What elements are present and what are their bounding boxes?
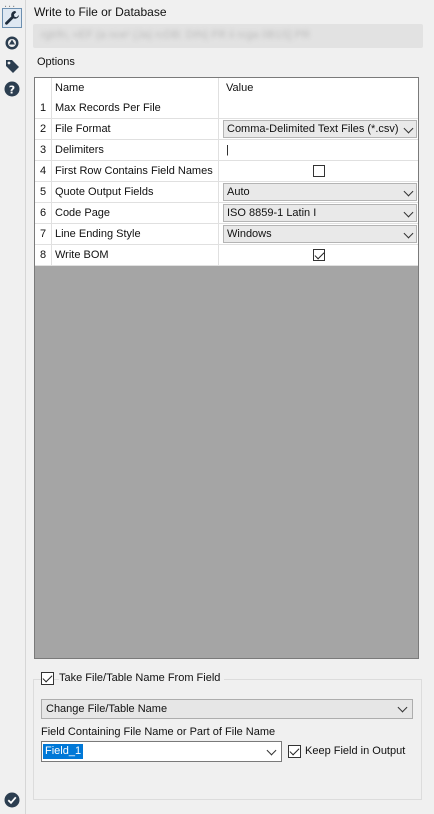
name-from-field-group [33, 679, 422, 800]
row-number: 6 [35, 203, 52, 223]
value-cell: Comma-Delimited Text Files (*.csv) [222, 119, 418, 139]
chevron-down-icon [403, 207, 414, 218]
chevron-down-icon [397, 702, 408, 713]
take-name-from-field-label[interactable]: Take File/Table Name From Field [59, 672, 225, 684]
row-number: 5 [35, 182, 52, 202]
row-name: File Format [52, 119, 219, 139]
grid-header: Name Value [35, 78, 418, 99]
value-column-header: Value [226, 82, 254, 94]
line-ending-value: Windows [227, 228, 272, 240]
row-number: 4 [35, 161, 52, 181]
take-name-from-field-checkbox[interactable] [41, 672, 54, 685]
wrench-icon [5, 11, 19, 25]
tool-strip: ... ? [0, 0, 24, 814]
name-column-header: Name [52, 78, 219, 98]
value-cell: ISO 8859-1 Latin I [222, 203, 418, 223]
connection-string-field[interactable]: rgtrfn, «EF (a nce¹ (Ja) rcDB: DIN) FR i… [33, 24, 423, 48]
write-bom-checkbox[interactable] [313, 249, 325, 261]
chevron-down-icon [403, 186, 414, 197]
file-name-mode-value: Change File/Table Name [46, 703, 168, 715]
row-number: 1 [35, 98, 52, 118]
value-cell: Windows [222, 224, 418, 244]
divider [25, 0, 26, 814]
help-icon: ? [4, 81, 20, 97]
row-name: Max Records Per File [52, 98, 219, 118]
grid-row-first-row-field-names: 4 First Row Contains Field Names [35, 161, 418, 182]
quote-output-dropdown[interactable]: Auto [223, 183, 417, 201]
grid-row-write-bom: 8 Write BOM [35, 245, 418, 266]
row-number: 8 [35, 245, 52, 265]
row-name: Write BOM [52, 245, 219, 265]
options-label: Options [37, 56, 75, 68]
chevron-down-icon [266, 745, 277, 756]
grid-row-delimiters: 3 Delimiters | [35, 140, 418, 161]
field-containing-label: Field Containing File Name or Part of Fi… [41, 726, 276, 738]
target-icon [5, 36, 19, 50]
grid-row-file-format: 2 File Format Comma-Delimited Text Files… [35, 119, 418, 140]
delimiters-input[interactable]: | [222, 140, 418, 160]
row-number: 3 [35, 140, 52, 160]
quote-output-value: Auto [227, 186, 250, 198]
configuration-tab-button[interactable] [2, 8, 22, 28]
grid-row-code-page: 6 Code Page ISO 8859-1 Latin I [35, 203, 418, 224]
grid-row-max-records: 1 Max Records Per File [35, 98, 418, 119]
annotation-tab-button[interactable] [2, 33, 22, 53]
metainfo-tab-button[interactable] [2, 56, 22, 76]
row-name: First Row Contains Field Names [52, 161, 219, 181]
file-format-value: Comma-Delimited Text Files (*.csv) [227, 123, 399, 135]
grid-row-line-ending: 7 Line Ending Style Windows [35, 224, 418, 245]
checkmark-icon [42, 672, 53, 683]
chevron-down-icon [403, 228, 414, 239]
row-name: Line Ending Style [52, 224, 219, 244]
line-ending-dropdown[interactable]: Windows [223, 225, 417, 243]
checkmark-icon [314, 249, 325, 260]
keep-field-label[interactable]: Keep Field in Output [305, 745, 405, 757]
row-name: Code Page [52, 203, 219, 223]
checkmark-icon [289, 745, 300, 756]
value-cell: Auto [222, 182, 418, 202]
max-records-input[interactable] [222, 98, 418, 118]
code-page-value: ISO 8859-1 Latin I [227, 207, 317, 219]
chevron-down-icon [403, 123, 414, 134]
code-page-dropdown[interactable]: ISO 8859-1 Latin I [223, 204, 417, 222]
row-number: 7 [35, 224, 52, 244]
help-button[interactable]: ? [2, 79, 22, 99]
svg-text:?: ? [9, 83, 15, 96]
options-grid: Name Value 1 Max Records Per File 2 File… [34, 77, 419, 659]
file-name-mode-dropdown[interactable]: Change File/Table Name [41, 699, 413, 719]
first-row-field-names-checkbox[interactable] [313, 165, 325, 177]
panel-title: Write to File or Database [34, 5, 167, 19]
row-number-header [35, 78, 52, 98]
tag-icon [6, 60, 19, 73]
field-select-dropdown[interactable]: Field_1 [41, 741, 282, 762]
value-cell [222, 161, 418, 181]
value-cell [222, 245, 418, 265]
field-select-value: Field_1 [43, 744, 84, 759]
checkmark-circle-icon [4, 792, 20, 808]
row-number: 2 [35, 119, 52, 139]
connection-string-text: rgtrfn, «EF (a nce¹ (Ja) rcDB: DIN) FR i… [41, 29, 310, 41]
keep-field-checkbox[interactable] [288, 745, 301, 758]
grid-row-quote-output: 5 Quote Output Fields Auto [35, 182, 418, 203]
row-name: Delimiters [52, 140, 219, 160]
row-name: Quote Output Fields [52, 182, 219, 202]
file-format-dropdown[interactable]: Comma-Delimited Text Files (*.csv) [223, 120, 417, 138]
